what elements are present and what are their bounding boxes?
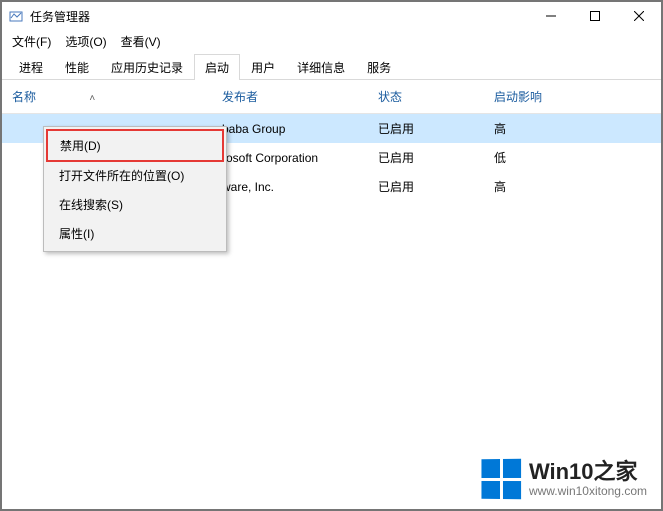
context-item-properties[interactable]: 属性(I) (47, 219, 223, 248)
cell-status: 已启用 (378, 120, 494, 137)
cell-status: 已启用 (378, 178, 494, 195)
menu-options[interactable]: 选项(O) (59, 31, 112, 52)
tab-services[interactable]: 服务 (356, 54, 402, 80)
table-header: 名称 ˄ 发布者 状态 启动影响 (2, 80, 661, 114)
menu-view[interactable]: 查看(V) (115, 31, 167, 52)
column-impact[interactable]: 启动影响 (494, 88, 661, 105)
windows-logo-icon (481, 459, 521, 500)
maximize-button[interactable] (573, 2, 617, 30)
tab-details[interactable]: 详细信息 (286, 54, 356, 80)
column-publisher[interactable]: 发布者 (222, 88, 378, 105)
sort-arrow-icon: ˄ (89, 93, 95, 104)
context-item-search-online[interactable]: 在线搜索(S) (47, 190, 223, 219)
cell-status: 已启用 (378, 149, 494, 166)
tab-app-history[interactable]: 应用历史记录 (100, 54, 194, 80)
watermark-text: Win10之家 (529, 460, 647, 484)
context-item-open-location[interactable]: 打开文件所在的位置(O) (47, 161, 223, 190)
cell-publisher: rosoft Corporation (222, 151, 378, 165)
watermark: Win10之家 www.win10xitong.com (481, 459, 647, 499)
tab-startup[interactable]: 启动 (194, 54, 240, 80)
minimize-button[interactable] (529, 2, 573, 30)
window-title: 任务管理器 (30, 8, 90, 25)
tab-processes[interactable]: 进程 (8, 54, 54, 80)
app-icon (8, 8, 24, 24)
tabbar: 进程 性能 应用历史记录 启动 用户 详细信息 服务 (2, 52, 661, 80)
close-button[interactable] (617, 2, 661, 30)
context-menu: 禁用(D) 打开文件所在的位置(O) 在线搜索(S) 属性(I) (43, 126, 227, 252)
tab-users[interactable]: 用户 (240, 54, 286, 80)
column-name[interactable]: 名称 ˄ (2, 88, 222, 105)
context-item-disable[interactable]: 禁用(D) (46, 129, 224, 162)
watermark-url: www.win10xitong.com (529, 485, 647, 498)
tab-performance[interactable]: 性能 (54, 54, 100, 80)
cell-publisher: ware, Inc. (222, 180, 378, 194)
cell-publisher: baba Group (222, 122, 378, 136)
task-manager-window: 任务管理器 文件(F) 选项(O) 查看(V) 进程 性能 应用历史记录 启动 … (2, 2, 661, 509)
column-name-label: 名称 (12, 90, 36, 104)
cell-impact: 低 (494, 149, 661, 166)
menubar: 文件(F) 选项(O) 查看(V) (2, 30, 661, 52)
menu-file[interactable]: 文件(F) (6, 31, 57, 52)
cell-impact: 高 (494, 178, 661, 195)
titlebar: 任务管理器 (2, 2, 661, 30)
cell-impact: 高 (494, 120, 661, 137)
column-status[interactable]: 状态 (378, 88, 494, 105)
